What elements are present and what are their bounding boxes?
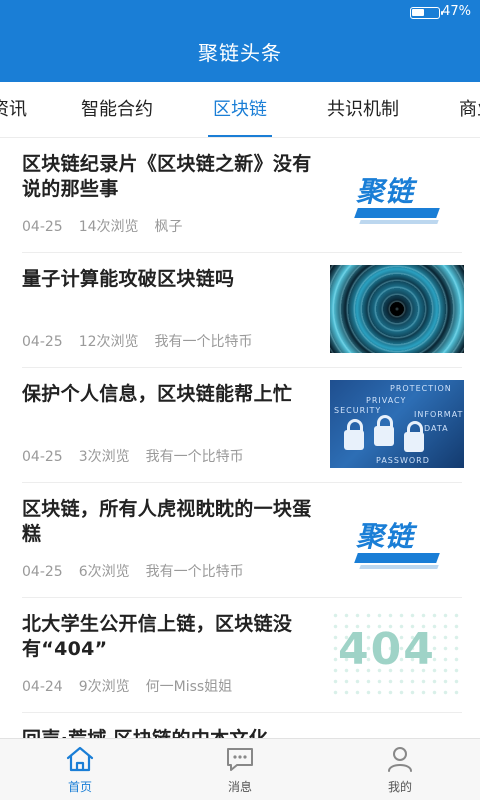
lock-icon <box>344 419 364 450</box>
category-tab-bar: 资讯 智能合约 区块链 共识机制 商业 <box>0 82 480 138</box>
article-thumbnail: 聚链 <box>330 495 464 583</box>
nav-home[interactable]: 首页 <box>0 739 160 800</box>
brand-stripe-light <box>359 565 439 569</box>
article-views: 9次浏览 <box>78 679 130 695</box>
article-author: 何一Miss姐姐 <box>145 679 233 695</box>
thumb-word: DATA <box>424 424 449 433</box>
user-icon <box>388 747 412 772</box>
article-item[interactable]: 量子计算能攻破区块链吗 04-25 12次浏览 我有一个比特币 <box>22 253 464 368</box>
tab-consensus[interactable]: 共识机制 <box>322 82 404 137</box>
article-views: 14次浏览 <box>78 219 139 235</box>
article-date: 04-24 <box>22 679 63 695</box>
article-item[interactable]: 区块链纪录片《区块链之新》没有说的那些事 04-25 14次浏览 枫子 聚链 <box>22 138 464 253</box>
thumb-word: PRIVACY <box>366 396 407 405</box>
article-item[interactable]: 北大学生公开信上链，区块链没有“404” 04-24 9次浏览 何一Miss姐姐 4… <box>22 598 464 713</box>
article-views: 3次浏览 <box>78 449 130 465</box>
article-author: 我有一个比特币 <box>145 564 244 580</box>
nav-home-label: 首页 <box>67 780 92 794</box>
nav-profile[interactable]: 我的 <box>320 739 480 800</box>
page-title: 聚链头条 <box>198 41 282 65</box>
brand-logo-text: 聚链 <box>356 520 415 553</box>
article-title: 区块链，所有人虎视眈眈的一块蛋糕 <box>22 498 312 545</box>
brand-logo-text: 聚链 <box>356 175 415 208</box>
article-date: 04-25 <box>22 219 63 235</box>
battery-fill <box>412 9 424 16</box>
nav-messages-label: 消息 <box>227 780 252 794</box>
article-item[interactable]: 保护个人信息，区块链能帮上忙 04-25 3次浏览 我有一个比特币 PROTECTI… <box>22 368 464 483</box>
status-bar: 47% <box>0 0 480 26</box>
thumb-word: PROTECTION <box>390 384 452 393</box>
article-meta: 04-25 6次浏览 我有一个比特币 <box>22 561 260 581</box>
lock-icon <box>404 421 424 452</box>
article-thumbnail: 聚链 <box>330 150 464 238</box>
article-date: 04-25 <box>22 564 63 580</box>
tab-smart-contract[interactable]: 智能合约 <box>76 82 158 137</box>
lock-icon <box>374 415 394 446</box>
tab-business[interactable]: 商业 <box>454 82 480 137</box>
error-404-text: 404 <box>338 624 436 675</box>
battery-icon <box>410 7 443 19</box>
article-thumbnail: 404 <box>330 610 464 698</box>
article-author: 我有一个比特币 <box>154 334 253 350</box>
brand-stripe-light <box>359 220 439 224</box>
thumb-word: SECURITY <box>334 406 382 415</box>
article-title: 保护个人信息，区块链能帮上忙 <box>22 383 293 405</box>
app-header: 聚链头条 <box>0 26 480 82</box>
message-icon <box>227 748 253 771</box>
article-title: 区块链纪录片《区块链之新》没有说的那些事 <box>22 153 312 200</box>
article-title: 北大学生公开信上链，区块链没有“404” <box>22 613 293 660</box>
article-title: 回声·荒域 区块链的中本文化 <box>22 727 318 738</box>
article-thumbnail <box>330 265 464 353</box>
article-date: 04-25 <box>22 449 63 465</box>
article-thumbnail: PROTECTION PRIVACY SECURITY INFORMATION … <box>330 380 464 468</box>
article-date: 04-25 <box>22 334 63 350</box>
tab-news[interactable]: 资讯 <box>0 82 32 137</box>
article-views: 12次浏览 <box>78 334 139 350</box>
brand-stripe <box>354 208 440 218</box>
home-icon <box>66 746 94 772</box>
article-meta: 04-25 3次浏览 我有一个比特币 <box>22 446 260 466</box>
article-feed[interactable]: 区块链纪录片《区块链之新》没有说的那些事 04-25 14次浏览 枫子 聚链 量子计… <box>0 138 480 738</box>
article-author: 我有一个比特币 <box>145 449 244 465</box>
bottom-navigation: 首页 消息 我的 <box>0 738 480 800</box>
article-meta: 04-25 14次浏览 枫子 <box>22 216 199 236</box>
tab-blockchain[interactable]: 区块链 <box>208 82 272 137</box>
article-author: 枫子 <box>154 219 183 235</box>
thumb-word: INFORMATION <box>414 410 464 419</box>
article-item[interactable]: 回声·荒域 区块链的中本文化 <box>22 713 462 738</box>
tunnel-rings <box>330 265 464 353</box>
nav-profile-label: 我的 <box>387 780 412 794</box>
article-item[interactable]: 区块链，所有人虎视眈眈的一块蛋糕 04-25 6次浏览 我有一个比特币 聚链 <box>22 483 464 598</box>
nav-messages[interactable]: 消息 <box>160 739 320 800</box>
article-meta: 04-25 12次浏览 我有一个比特币 <box>22 331 269 351</box>
thumb-word: PASSWORD <box>376 456 430 465</box>
brand-stripe <box>354 553 440 563</box>
battery-percentage: 47% <box>442 4 471 19</box>
article-title: 量子计算能攻破区块链吗 <box>22 268 235 290</box>
article-views: 6次浏览 <box>78 564 130 580</box>
article-meta: 04-24 9次浏览 何一Miss姐姐 <box>22 676 248 696</box>
